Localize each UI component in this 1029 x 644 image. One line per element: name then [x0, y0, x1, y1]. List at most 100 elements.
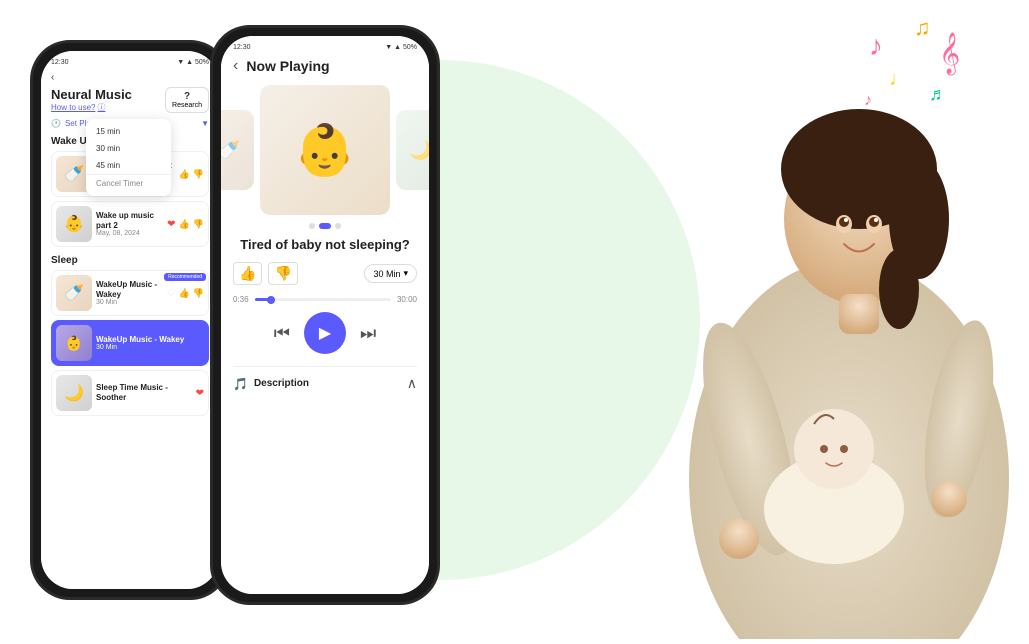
- timer-30min[interactable]: 30 min: [86, 140, 171, 157]
- card-info-2: Wake up music part 2 May, 08, 2024: [92, 211, 167, 237]
- battery-signal: ▼ ▲ 50%: [177, 59, 209, 66]
- time-total: 30:00: [397, 295, 417, 304]
- music-note-icon: 🎵: [233, 377, 248, 391]
- player-controls-row: 👍 👎 30 Min ▾: [233, 262, 417, 285]
- play-pause-button[interactable]: ▶: [304, 312, 346, 354]
- back-button-right[interactable]: ‹: [233, 57, 238, 75]
- sleep-card-actions-3: ❤: [196, 388, 204, 399]
- thumbup-icon-1[interactable]: 👍: [179, 169, 190, 180]
- time-current: 0:36: [233, 295, 249, 304]
- app-header: Neural Music How to use? ⓘ ? Research: [51, 87, 209, 113]
- card-actions-1: 👍 👎: [179, 169, 204, 180]
- card-sub-2: May, 08, 2024: [96, 230, 163, 237]
- description-left: 🎵 Description: [233, 377, 309, 391]
- sleep-card-title-3: Sleep Time Music - Soother: [96, 383, 192, 402]
- thumbdown-icon-1[interactable]: 👎: [193, 169, 204, 180]
- svg-text:♫: ♫: [914, 15, 931, 40]
- sleep-section-title: Sleep: [51, 255, 209, 266]
- left-phone: 12:30 ▼ ▲ 50% ‹ Neural Music How to use?…: [30, 40, 230, 600]
- progress-thumb: [267, 296, 275, 304]
- dot-3: [335, 223, 341, 229]
- sleep-card-actions-1: ♡ 👍 👎: [167, 288, 204, 299]
- description-label: Description: [254, 378, 309, 389]
- sleep-card-1[interactable]: Recommended 🍼 WakeUp Music - Wakey 30 Mi…: [51, 270, 209, 316]
- sleep-card-thumbnail-2: 👶: [56, 325, 92, 361]
- svg-text:♩: ♩: [889, 68, 909, 90]
- timer-button[interactable]: 30 Min ▾: [364, 264, 417, 283]
- heart-icon-2[interactable]: ❤: [167, 219, 175, 230]
- timer-15min[interactable]: 15 min: [86, 123, 171, 140]
- like-dislike-controls: 👍 👎: [233, 262, 298, 285]
- music-notes-decoration: ♪ ♫ 𝄞 ♩ ♬ ♪: [859, 15, 979, 130]
- chevron-up-icon[interactable]: ∧: [407, 375, 417, 392]
- description-section: 🎵 Description ∧: [233, 366, 417, 392]
- sleep-card-2-selected[interactable]: 👶 WakeUp Music - Wakey 30 Min: [51, 320, 209, 366]
- question-icon: ?: [184, 91, 190, 102]
- dislike-button[interactable]: 👎: [268, 262, 297, 285]
- sleep-card-sub-2: 30 Min: [96, 344, 200, 351]
- skip-forward-button[interactable]: ⏭: [360, 323, 376, 344]
- timer-label: 30 Min: [373, 269, 400, 279]
- now-playing-header: ‹ Now Playing: [233, 57, 417, 75]
- carousel-center: 👶: [260, 85, 390, 215]
- how-to-link[interactable]: How to use? ⓘ: [51, 102, 132, 113]
- thumbdown-icon-2[interactable]: 👎: [193, 219, 204, 230]
- thumbup-icon-s1[interactable]: 👍: [179, 288, 190, 299]
- baby-image-2: 👶: [56, 206, 92, 242]
- image-carousel: 🍼 👶 🌙: [233, 85, 417, 215]
- dot-1: [309, 223, 315, 229]
- timer-cancel[interactable]: Cancel Timer: [86, 174, 171, 192]
- sleep-card-title-2: WakeUp Music - Wakey: [96, 335, 200, 345]
- timer-45min[interactable]: 45 min: [86, 157, 171, 174]
- sleep-card-info-3: Sleep Time Music - Soother: [92, 383, 196, 402]
- progress-bar[interactable]: [255, 298, 391, 301]
- carousel-dots: [233, 223, 417, 229]
- wake-up-card-2[interactable]: 👶 Wake up music part 2 May, 08, 2024 ❤ 👍…: [51, 201, 209, 247]
- player-main-controls: ⏮ ▶ ⏭: [233, 312, 417, 354]
- svg-text:♪: ♪: [869, 30, 883, 61]
- app-title: Neural Music: [51, 87, 132, 102]
- play-icon: ▶: [319, 323, 331, 343]
- sleep-card-info-2: WakeUp Music - Wakey 30 Min: [92, 335, 204, 352]
- svg-text:♬: ♬: [929, 84, 947, 104]
- heart-icon-sleep-1[interactable]: ♡: [167, 288, 176, 299]
- filter-icon[interactable]: ▼: [201, 119, 209, 128]
- sleep-card-sub-1: 30 Min: [96, 299, 163, 306]
- card-thumbnail-2: 👶: [56, 206, 92, 242]
- research-button[interactable]: ? Research: [165, 87, 209, 113]
- timer-dropdown: 15 min 30 min 45 min Cancel Timer: [86, 119, 171, 196]
- dot-2: [319, 223, 331, 229]
- sleep-card-title-1: WakeUp Music - Wakey: [96, 280, 163, 299]
- thumbup-icon-2[interactable]: 👍: [179, 219, 190, 230]
- recommended-badge: Recommended: [164, 273, 206, 281]
- sleep-card-3[interactable]: 🌙 Sleep Time Music - Soother ❤: [51, 370, 209, 416]
- status-bar-left: 12:30 ▼ ▲ 50%: [51, 59, 209, 66]
- carousel-left: 🍼: [221, 110, 254, 190]
- sleep-baby-image-3: 🌙: [56, 375, 92, 411]
- card-title-2: Wake up music part 2: [96, 211, 163, 230]
- back-button[interactable]: ‹: [51, 72, 209, 83]
- now-playing-title: Now Playing: [246, 58, 329, 74]
- svg-text:𝄞: 𝄞: [939, 32, 960, 75]
- sleep-card-info-1: WakeUp Music - Wakey 30 Min: [92, 280, 167, 306]
- sleep-card-thumbnail-3: 🌙: [56, 375, 92, 411]
- card-actions-2: ❤ 👍 👎: [167, 219, 204, 230]
- right-time: 12:30: [233, 44, 251, 51]
- like-button[interactable]: 👍: [233, 262, 262, 285]
- thumbdown-icon-s1[interactable]: 👎: [193, 288, 204, 299]
- progress-bar-container: 0:36 30:00: [233, 295, 417, 304]
- chevron-down-icon: ▾: [403, 268, 408, 279]
- skip-back-button[interactable]: ⏮: [274, 323, 290, 344]
- time-display: 12:30: [51, 59, 69, 66]
- svg-text:♪: ♪: [864, 92, 872, 109]
- track-title: Tired of baby not sleeping?: [233, 237, 417, 252]
- sleep-card-thumbnail-1: 🍼: [56, 275, 92, 311]
- sleep-baby-image-1: 🍼: [56, 275, 92, 311]
- right-status-bar: 12:30 ▼ ▲ 50%: [233, 44, 417, 51]
- heart-icon-sleep-3[interactable]: ❤: [196, 388, 204, 399]
- right-phone: 12:30 ▼ ▲ 50% ‹ Now Playing 🍼 👶 🌙: [210, 25, 440, 605]
- mother-section: [649, 59, 1029, 639]
- clock-icon: 🕐: [51, 119, 61, 128]
- right-battery: ▼ ▲ 50%: [385, 44, 417, 51]
- carousel-right: 🌙: [396, 110, 429, 190]
